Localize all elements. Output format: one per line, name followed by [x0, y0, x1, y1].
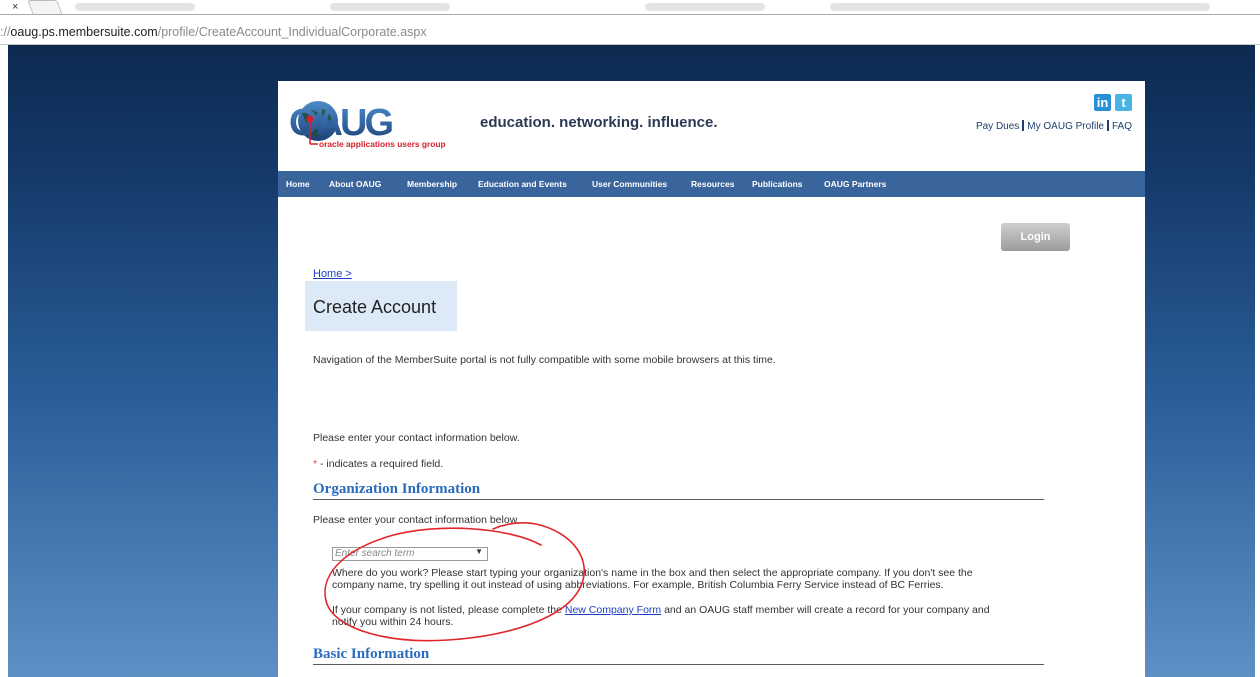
- utility-links: Pay Dues My OAUG Profile FAQ: [976, 120, 1132, 132]
- section-divider: [313, 499, 1044, 500]
- link-separator: [1106, 120, 1109, 131]
- address-bar[interactable]: ://oaug.ps.membersuite.com/profile/Creat…: [0, 22, 1260, 45]
- main-nav: Home About OAUG Membership Education and…: [278, 171, 1145, 197]
- company-search-select[interactable]: Enter search term ▼: [332, 547, 488, 561]
- blurred-tab-title: [330, 3, 450, 11]
- blurred-tab-title: [830, 3, 1210, 11]
- nav-membership[interactable]: Membership: [407, 179, 457, 189]
- site-tagline: education. networking. influence.: [480, 114, 718, 131]
- content-panel: OAUG oracle applications users group edu…: [278, 81, 1145, 677]
- url-text[interactable]: ://oaug.ps.membersuite.com/profile/Creat…: [0, 25, 427, 39]
- company-help-text: Where do you work? Please start typing y…: [332, 567, 973, 591]
- nav-education-events[interactable]: Education and Events: [478, 179, 567, 189]
- my-profile-link[interactable]: My OAUG Profile: [1027, 121, 1104, 132]
- blurred-tab-title: [75, 3, 195, 11]
- nav-publications[interactable]: Publications: [752, 179, 803, 189]
- url-path: /profile/CreateAccount_IndividualCorpora…: [157, 25, 427, 39]
- new-company-form-link[interactable]: New Company Form: [565, 604, 661, 616]
- org-section-heading: Organization Information: [313, 481, 481, 497]
- company-not-listed-text: If your company is not listed, please co…: [332, 604, 990, 628]
- blurred-tab-title: [645, 3, 765, 11]
- nav-home[interactable]: Home: [286, 179, 310, 189]
- new-tab-button[interactable]: [27, 0, 63, 15]
- section-divider: [313, 664, 1044, 665]
- nav-partners[interactable]: OAUG Partners: [824, 179, 886, 189]
- logo-wordmark: OAUG: [289, 102, 392, 144]
- link-separator: [1022, 120, 1025, 131]
- nav-resources[interactable]: Resources: [691, 179, 734, 189]
- nav-about[interactable]: About OAUG: [329, 179, 381, 189]
- url-host: oaug.ps.membersuite.com: [10, 25, 158, 39]
- faq-link[interactable]: FAQ: [1112, 121, 1132, 132]
- basic-section-heading: Basic Information: [313, 646, 430, 662]
- tab-divider: [0, 14, 1260, 15]
- social-links: in t: [1090, 94, 1132, 112]
- breadcrumb-home[interactable]: Home >: [313, 268, 352, 280]
- contact-intro: Please enter your contact information be…: [313, 432, 520, 444]
- pay-dues-link[interactable]: Pay Dues: [976, 121, 1019, 132]
- org-intro: Please enter your contact information be…: [313, 514, 520, 526]
- mobile-notice: Navigation of the MemberSuite portal is …: [313, 354, 776, 366]
- login-button[interactable]: Login: [1001, 223, 1070, 251]
- title-box: Create Account: [305, 281, 457, 331]
- oaug-logo[interactable]: OAUG oracle applications users group: [288, 99, 463, 157]
- tab-strip: ×: [0, 0, 1260, 15]
- search-placeholder: Enter search term: [335, 548, 415, 559]
- logo-subtitle: oracle applications users group: [319, 139, 446, 149]
- required-note: * - indicates a required field.: [313, 458, 444, 470]
- tab-close-icon[interactable]: ×: [12, 1, 18, 13]
- twitter-icon[interactable]: t: [1115, 94, 1132, 111]
- page-title: Create Account: [313, 297, 437, 317]
- chevron-down-icon[interactable]: ▼: [475, 547, 483, 556]
- nav-user-communities[interactable]: User Communities: [592, 179, 667, 189]
- linkedin-icon[interactable]: in: [1094, 94, 1111, 111]
